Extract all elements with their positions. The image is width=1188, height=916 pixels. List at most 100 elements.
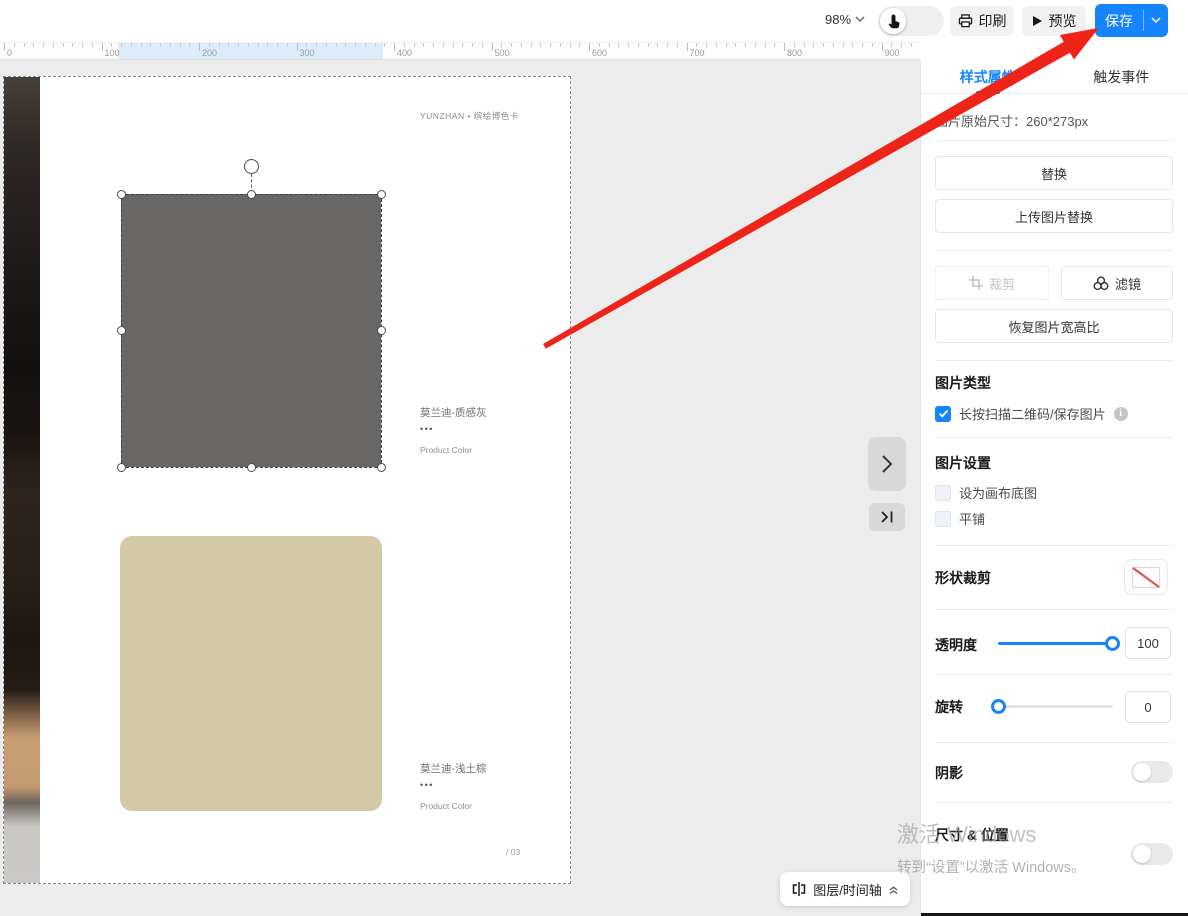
zoom-level-control[interactable]: 98% [825, 12, 865, 27]
resize-handle-bm[interactable] [247, 463, 256, 472]
divider [935, 742, 1173, 743]
opacity-slider-handle[interactable] [1105, 636, 1120, 651]
panel-expand-button[interactable] [868, 437, 906, 491]
original-size-label: 图片原始尺寸：260*273px [935, 111, 1088, 130]
tab-trigger-events[interactable]: 触发事件 [1055, 60, 1188, 93]
preview-button[interactable]: 预览 [1022, 6, 1086, 36]
swatch-dots: ••• [420, 780, 434, 790]
qr-scan-option-row: 长按扫描二维码/保存图片 i [935, 404, 1128, 423]
qr-scan-label: 长按扫描二维码/保存图片 [959, 404, 1106, 423]
rotation-slider-track[interactable] [999, 705, 1113, 708]
crop-button[interactable]: 裁剪 [935, 266, 1049, 300]
rotation-value-input[interactable]: 0 [1125, 691, 1171, 723]
page-number: / 03 [506, 847, 520, 857]
divider [935, 674, 1173, 675]
save-dropdown-button[interactable] [1144, 4, 1168, 37]
divider [935, 545, 1173, 546]
no-shape-icon [1132, 567, 1160, 588]
printer-icon [958, 14, 973, 28]
save-button[interactable]: 保存 [1095, 4, 1168, 37]
replace-button[interactable]: 替换 [935, 156, 1173, 190]
resize-handle-bl[interactable] [117, 463, 126, 472]
rotation-heading: 旋转 [935, 697, 963, 717]
upload-replace-button[interactable]: 上传图片替换 [935, 199, 1173, 233]
swatch-dots: ••• [420, 424, 434, 434]
hand-knob [880, 8, 906, 34]
shadow-toggle[interactable] [1131, 761, 1173, 783]
ruler: 0100200300400500600700800900 [0, 42, 920, 60]
chevron-right-icon [880, 454, 894, 474]
image-settings-heading: 图片设置 [935, 453, 991, 473]
tile-checkbox[interactable] [935, 511, 951, 527]
properties-panel: 样式属性 触发事件 图片原始尺寸：260*273px 替换 上传图片替换 裁剪 … [920, 60, 1188, 916]
save-label: 保存 [1095, 4, 1143, 37]
divider [935, 140, 1173, 141]
brand-text: YUNZHAN • 缤绘博色卡 [420, 110, 519, 122]
check-icon [938, 409, 949, 418]
canvas-area[interactable]: YUNZHAN • 缤绘博色卡 莫兰迪-质感灰 ••• Product Colo… [0, 60, 920, 916]
opacity-value-input[interactable]: 100 [1125, 627, 1171, 659]
skip-right-icon [880, 510, 895, 524]
resize-handle-tr[interactable] [377, 190, 386, 199]
chevron-down-icon [855, 16, 865, 23]
filter-icon [1093, 276, 1109, 291]
tab-style-properties[interactable]: 样式属性 [921, 60, 1055, 93]
background-photo[interactable] [4, 77, 40, 883]
toolbar: 98% 印刷 预览 保存 [0, 0, 1188, 42]
swatch-caption: Product Color [420, 801, 472, 811]
print-label: 印刷 [979, 11, 1007, 31]
divider [935, 250, 1173, 251]
swatch-gray[interactable] [121, 194, 381, 467]
toggle-knob [1133, 763, 1151, 781]
filter-button[interactable]: 滤镜 [1061, 266, 1173, 300]
preview-label: 预览 [1049, 11, 1077, 31]
crop-label: 裁剪 [989, 274, 1015, 293]
tile-option-row: 平铺 [935, 509, 985, 528]
swatch-beige[interactable] [120, 536, 382, 811]
divider [935, 609, 1173, 610]
shape-crop-heading: 形状裁剪 [935, 568, 991, 588]
opacity-heading: 透明度 [935, 635, 977, 655]
resize-handle-tm[interactable] [247, 190, 256, 199]
hand-mode-toggle[interactable] [878, 6, 944, 36]
ruler-selection-highlight [118, 43, 383, 60]
divider [935, 802, 1173, 803]
size-position-toggle[interactable] [1131, 843, 1173, 865]
play-icon [1032, 15, 1043, 27]
swatch-name: 莫兰迪-浅土棕 [420, 761, 487, 776]
zoom-level-value: 98% [825, 12, 851, 27]
panel-skip-button[interactable] [869, 503, 905, 531]
canvas-background-option-row: 设为画布底图 [935, 483, 1037, 502]
restore-aspect-ratio-button[interactable]: 恢复图片宽高比 [935, 309, 1173, 343]
layers-timeline-label: 图层/时间轴 [813, 880, 882, 899]
swatch-name: 莫兰迪-质感灰 [420, 405, 487, 420]
resize-handle-ml[interactable] [117, 326, 126, 335]
filter-label: 滤镜 [1115, 274, 1141, 293]
swatch-caption: Product Color [420, 445, 472, 455]
active-tab-underline [976, 91, 1000, 94]
layers-timeline-icon [791, 881, 807, 897]
resize-handle-mr[interactable] [377, 326, 386, 335]
tile-label: 平铺 [959, 509, 985, 528]
opacity-slider-track[interactable] [998, 642, 1113, 645]
resize-handle-br[interactable] [377, 463, 386, 472]
size-position-heading: 尺寸 & 位置 [935, 825, 1188, 845]
shadow-heading: 阴影 [935, 763, 963, 783]
divider [935, 437, 1173, 438]
info-icon[interactable]: i [1114, 407, 1128, 421]
print-button[interactable]: 印刷 [950, 6, 1014, 36]
layers-timeline-button[interactable]: 图层/时间轴 [780, 872, 910, 906]
crop-icon [969, 276, 983, 290]
shape-crop-button[interactable] [1124, 559, 1168, 595]
image-type-heading: 图片类型 [935, 373, 991, 393]
canvas-background-label: 设为画布底图 [959, 483, 1037, 502]
rotation-handle[interactable] [244, 159, 259, 174]
rotation-slider-handle[interactable] [991, 699, 1006, 714]
hand-tap-icon [886, 13, 901, 29]
toggle-knob [1133, 845, 1151, 863]
divider [935, 360, 1173, 361]
qr-scan-checkbox[interactable] [935, 406, 951, 422]
resize-handle-tl[interactable] [117, 190, 126, 199]
app-window: 98% 印刷 预览 保存 [0, 0, 1188, 916]
canvas-background-checkbox[interactable] [935, 485, 951, 501]
